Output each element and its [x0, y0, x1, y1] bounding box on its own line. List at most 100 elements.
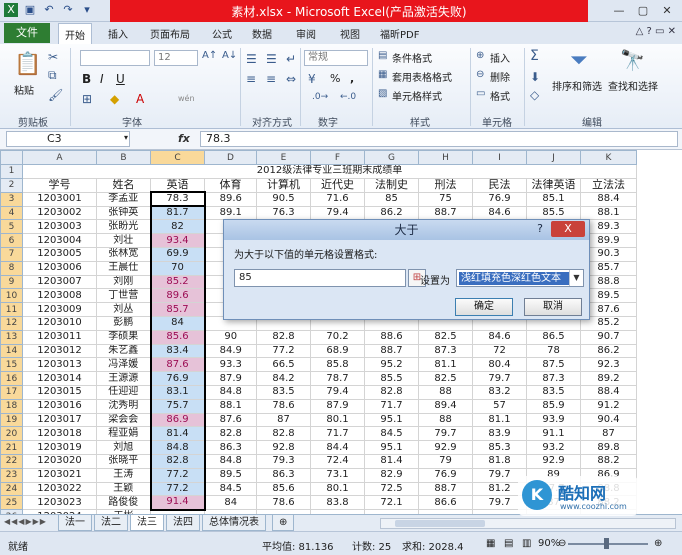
- tab-review[interactable]: 审阅: [296, 26, 316, 41]
- new-sheet-icon[interactable]: ⊕: [272, 515, 295, 531]
- align-top-icon[interactable]: ☰: [246, 52, 257, 66]
- english-score-cell[interactable]: 87.6: [149, 357, 206, 373]
- data-cell[interactable]: 85.5: [526, 205, 581, 221]
- data-cell[interactable]: 张晓平: [96, 453, 151, 469]
- english-score-cell[interactable]: 69.9: [149, 246, 206, 262]
- underline-button[interactable]: U: [116, 72, 125, 86]
- data-cell[interactable]: 冯泽媛: [96, 357, 151, 373]
- format-cells-button[interactable]: 格式: [490, 88, 510, 103]
- delete-cells-icon[interactable]: ⊖: [476, 69, 484, 80]
- data-cell[interactable]: 1203002: [22, 205, 97, 221]
- data-cell[interactable]: 71.7: [364, 398, 419, 414]
- row-header[interactable]: 25: [0, 495, 23, 511]
- sheet-nav-arrows-icon[interactable]: ◀◀◀▶▶▶: [4, 517, 47, 526]
- data-cell[interactable]: 86.3: [256, 467, 311, 483]
- italic-button[interactable]: I: [100, 72, 104, 86]
- dialog-help-button[interactable]: ?: [533, 222, 547, 236]
- increase-decimal-icon[interactable]: .0→: [312, 92, 328, 102]
- header-cell[interactable]: 法律英语: [526, 177, 581, 193]
- bold-button[interactable]: B: [82, 72, 91, 86]
- data-cell[interactable]: 73.1: [310, 467, 365, 483]
- data-cell[interactable]: 77.2: [256, 343, 311, 359]
- tab-formulas[interactable]: 公式: [212, 26, 232, 41]
- row-header[interactable]: 20: [0, 426, 23, 442]
- english-score-cell[interactable]: 85.7: [149, 302, 206, 317]
- data-cell[interactable]: 1203010: [22, 315, 97, 331]
- data-cell[interactable]: 89.8: [580, 440, 637, 455]
- data-cell[interactable]: 83.5: [256, 384, 311, 400]
- data-cell[interactable]: 1203009: [22, 302, 97, 317]
- zoom-level[interactable]: 90%: [538, 538, 560, 549]
- select-all-corner[interactable]: [0, 150, 23, 165]
- data-cell[interactable]: 66.5: [256, 357, 311, 373]
- header-cell[interactable]: 刑法: [418, 177, 473, 193]
- column-header-i[interactable]: I: [472, 150, 527, 165]
- dialog-close-button[interactable]: X: [551, 221, 585, 237]
- data-cell[interactable]: 71.7: [310, 426, 365, 442]
- data-cell[interactable]: 95.1: [364, 412, 419, 428]
- close-icon[interactable]: ✕: [656, 2, 678, 19]
- data-cell[interactable]: 81.1: [418, 357, 473, 373]
- merge-icon[interactable]: ⇔: [286, 72, 296, 86]
- font-size-combo[interactable]: 12: [154, 50, 198, 66]
- data-cell[interactable]: 86.6: [418, 495, 473, 511]
- data-cell[interactable]: 路俊俊: [96, 495, 151, 511]
- font-name-combo[interactable]: [80, 50, 150, 66]
- data-cell[interactable]: 76.9: [472, 191, 527, 207]
- cell-styles-button[interactable]: 单元格样式: [392, 88, 442, 103]
- data-cell[interactable]: 81.8: [472, 453, 527, 469]
- sheet-title-cell[interactable]: 2012级法律专业三班期末成绩单: [22, 164, 637, 179]
- row-header[interactable]: 7: [0, 246, 23, 262]
- data-cell[interactable]: 刘丛: [96, 302, 151, 317]
- english-score-cell[interactable]: 83.1: [149, 384, 206, 400]
- english-score-cell[interactable]: 81.4: [149, 426, 206, 442]
- data-cell[interactable]: 85: [364, 191, 419, 207]
- format-table-button[interactable]: 套用表格格式: [392, 69, 452, 84]
- sort-filter-icon[interactable]: ⏷: [570, 48, 588, 73]
- name-box[interactable]: C3: [6, 131, 130, 147]
- data-cell[interactable]: 朱艺鑫: [96, 343, 151, 359]
- name-box-dropdown-icon[interactable]: ▾: [124, 133, 128, 142]
- data-cell[interactable]: 78: [526, 343, 581, 359]
- data-cell[interactable]: 93.9: [526, 412, 581, 428]
- english-score-cell[interactable]: 89.6: [149, 288, 206, 304]
- data-cell[interactable]: 84.6: [472, 205, 527, 221]
- conditional-format-icon[interactable]: ▤: [378, 50, 387, 61]
- english-score-cell[interactable]: 70: [149, 260, 206, 276]
- data-cell[interactable]: 84.9: [204, 343, 257, 359]
- row-header[interactable]: 15: [0, 357, 23, 373]
- view-normal-icon[interactable]: ▦: [486, 538, 495, 549]
- scrollbar-thumb[interactable]: [395, 520, 485, 527]
- column-header-b[interactable]: B: [96, 150, 151, 165]
- data-cell[interactable]: 84.8: [204, 453, 257, 469]
- sheet-tab-2[interactable]: 法二: [94, 515, 128, 531]
- column-header-c[interactable]: C: [150, 150, 205, 165]
- cancel-button[interactable]: 取消: [524, 298, 582, 316]
- data-cell[interactable]: 79.4: [310, 384, 365, 400]
- row-header[interactable]: 10: [0, 288, 23, 304]
- row-header[interactable]: 23: [0, 467, 23, 483]
- row-header[interactable]: 22: [0, 453, 23, 469]
- undo-icon[interactable]: ↶: [42, 3, 56, 17]
- number-format-combo[interactable]: 常规: [304, 50, 368, 66]
- data-cell[interactable]: 李孟亚: [96, 191, 151, 207]
- data-cell[interactable]: 76.3: [256, 205, 311, 221]
- tab-data[interactable]: 数据: [252, 26, 272, 41]
- data-cell[interactable]: 57: [472, 398, 527, 414]
- header-cell[interactable]: 民法: [472, 177, 527, 193]
- data-cell[interactable]: 78.6: [256, 398, 311, 414]
- data-cell[interactable]: 92.9: [418, 440, 473, 455]
- data-cell[interactable]: 71.6: [310, 191, 365, 207]
- data-cell[interactable]: 76.9: [418, 467, 473, 483]
- data-cell[interactable]: 83.8: [310, 495, 365, 511]
- english-score-cell[interactable]: 82: [149, 219, 206, 235]
- align-middle-icon[interactable]: ☰: [266, 52, 277, 66]
- row-header[interactable]: 24: [0, 481, 23, 497]
- data-cell[interactable]: 沈秀明: [96, 398, 151, 414]
- insert-cells-icon[interactable]: ⊕: [476, 50, 484, 61]
- english-score-cell[interactable]: 81.7: [149, 205, 206, 221]
- data-cell[interactable]: 88: [418, 412, 473, 428]
- data-cell[interactable]: 72.5: [364, 481, 419, 497]
- data-cell[interactable]: 86.2: [364, 205, 419, 221]
- header-cell[interactable]: 立法法: [580, 177, 637, 193]
